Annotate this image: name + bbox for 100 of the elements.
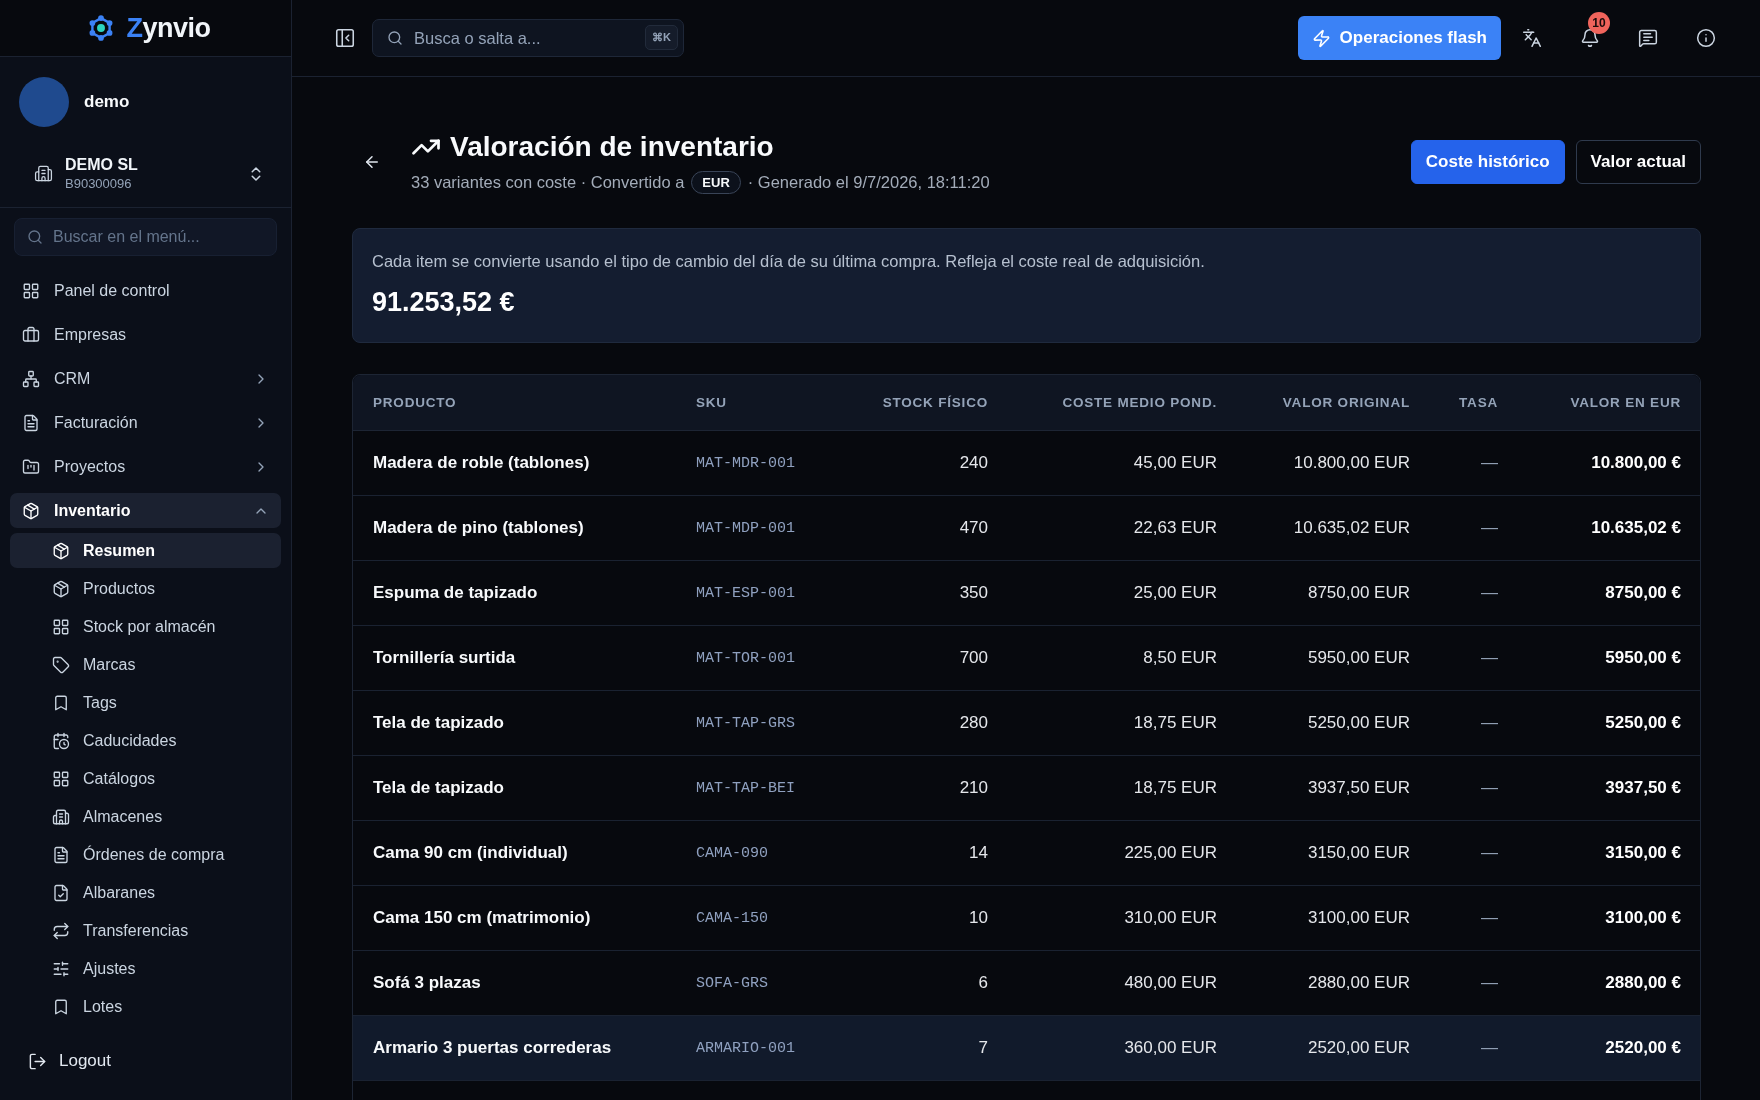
grid-icon [22,281,40,300]
table-cell-text: 5250,00 € [1604,713,1681,733]
nav-subitem[interactable]: Almacenes [10,799,281,834]
grid-icon [52,769,70,788]
table-cell-text: — [1480,713,1498,733]
notification-count: 10 [1588,12,1610,34]
table-cell-text: SOFA-GRS [696,974,769,992]
table-cell-text: Cama 150 cm (matrimonio) [373,908,592,928]
summary-note: Cada item se convierte usando el tipo de cambio del día de su última compra. Refleja el coste real de adquisición. [372,251,1206,272]
company-name: DEMO SL [65,156,139,174]
message-icon [1638,28,1658,48]
nav-subitem[interactable]: Lotes [10,989,281,1024]
table-cell-text: MAT-TOR-001 [696,649,797,667]
tag-icon [52,655,70,674]
table-cell-text: CAMA-150 [696,909,769,927]
table-cell-text: 18,75 EUR [1132,778,1217,798]
column-header: STOCK FÍSICO [881,395,988,410]
table-cell-text: — [1480,843,1498,863]
nav-item[interactable]: Empresas [10,317,281,352]
table-row[interactable]: Tela de tapizado MAT-TAP-GRS 280 18,75 EUR 5250,00 EUR — 5250,00 € [353,691,1700,756]
building-icon [34,164,53,183]
nav-subitem[interactable]: Marcas [10,647,281,682]
subtitle-text: · Generado el 9/7/2026, 18:11:20 [747,173,990,192]
table-row[interactable]: Madera de pino (tablones) MAT-MDP-001 470 22,63 EUR 10.635,02 EUR — 10.635,02 € [353,496,1700,561]
table-cell-text: 8750,00 EUR [1306,583,1410,603]
table-row[interactable]: Armario 3 puertas correderas ARMARIO-001 7 360,00 EUR 2520,00 EUR — 2520,00 € [353,1016,1700,1081]
table-cell-text: 6 [977,973,988,993]
table-cell-text: Sofá 3 plazas [373,973,482,993]
nav-subitem[interactable]: Órdenes de compra [10,837,281,872]
table-cell-text: 2880,00 € [1604,973,1681,993]
nav-item[interactable]: CRM [10,361,281,396]
table-cell-text: 10.635,02 EUR [1292,518,1410,538]
table-cell-text: — [1480,453,1498,473]
table-cell-text: 3937,50 € [1604,778,1681,798]
table-cell-text: Espuma de tapizado [373,583,539,603]
nav-item[interactable]: Inventario [10,493,281,528]
nav-subitem[interactable]: Tags [10,685,281,720]
table-cell-text: — [1480,518,1498,538]
lightning-icon [1311,28,1331,48]
total-value: 91.253,52 € [372,286,516,319]
nav-subitem[interactable]: Caducidades [10,723,281,758]
logout-button[interactable]: Logout [10,1043,281,1079]
document-icon [52,845,70,864]
nav-subitem[interactable]: Resumen [10,533,281,568]
table-cell-text: 240 [958,453,988,473]
table-cell-text: 480,00 EUR [1123,973,1217,993]
avatar [19,77,69,127]
column-header: VALOR EN EUR [1569,395,1681,410]
nav-subitem[interactable]: Catálogos [10,761,281,796]
grid-icon [52,617,70,636]
table-cell-text: Armario 3 puertas correderas [373,1038,613,1058]
column-header: VALOR ORIGINAL [1281,395,1410,410]
table-cell-text: 10.800,00 € [1590,453,1681,473]
table-row[interactable]: Cama 90 cm (individual) CAMA-090 14 225,00 EUR 3150,00 EUR — 3150,00 € [353,821,1700,886]
package-icon [22,501,40,520]
table-cell-text: Cama 90 cm (individual) [373,843,569,863]
table-row[interactable]: Madera de roble (tablones) MAT-MDR-001 240 45,00 EUR 10.800,00 EUR — 10.800,00 € [353,431,1700,496]
menu-search-field[interactable]: Buscar en el menú... [14,218,277,256]
table-cell-text: 2880,00 EUR [1306,973,1410,993]
table-cell-text: — [1480,583,1498,603]
package-icon [52,579,70,598]
shortcut-key: ⌘K [645,25,678,50]
table-cell-text: 210 [958,778,988,798]
table-cell-text: — [1480,1038,1498,1058]
view-toggle-button[interactable]: Valor actual [1575,139,1701,184]
view-toggle-button[interactable]: Coste histórico [1410,139,1565,184]
nav-item[interactable]: Proyectos [10,449,281,484]
nav-subitem[interactable]: Ajustes [10,951,281,986]
folder-icon [22,457,40,476]
search-icon [387,30,403,46]
network-icon [22,369,40,388]
nav-subitem[interactable]: Stock por almacén [10,609,281,644]
table-row[interactable]: Tornillería surtida MAT-TOR-001 700 8,50 EUR 5950,00 EUR — 5950,00 € [353,626,1700,691]
subtitle-text: 33 variantes con coste · Convertido a [411,173,685,192]
table-cell-text: MAT-ESP-001 [696,584,797,602]
nav-subitem[interactable]: Albaranes [10,875,281,910]
table-cell-text: MAT-TAP-BEI [696,779,797,797]
table-cell-text: 2520,00 EUR [1306,1038,1410,1058]
nav-subitem[interactable]: Productos [10,571,281,606]
table-cell-text: — [1480,908,1498,928]
table-cell-text: — [1480,648,1498,668]
nav-subitem[interactable]: Transferencias [10,913,281,948]
table-cell-text: 45,00 EUR [1132,453,1217,473]
table-cell-text: — [1480,973,1498,993]
table-cell-text: 2520,00 € [1604,1038,1681,1058]
table-cell-text: 7 [977,1038,988,1058]
table-cell-text: Tornillería surtida [373,648,517,668]
brand-name: Zynvio [126,12,211,44]
column-header: PRODUCTO [373,395,458,410]
nav-item[interactable]: Facturación [10,405,281,440]
table-cell-text: 10.800,00 EUR [1292,453,1410,473]
search-icon [27,229,43,245]
table-row[interactable]: Tela de tapizado MAT-TAP-BEI 210 18,75 EUR 3937,50 EUR — 3937,50 € [353,756,1700,821]
table-cell-text: MAT-MDR-001 [696,454,797,472]
table-row[interactable]: Cama 150 cm (matrimonio) CAMA-150 10 310,00 EUR 3100,00 EUR — 3100,00 € [353,886,1700,951]
table-row[interactable]: Espuma de tapizado MAT-ESP-001 350 25,00 EUR 8750,00 EUR — 8750,00 € [353,561,1700,626]
currency-tag: EUR [691,171,741,194]
column-header: SKU [696,395,728,410]
nav-item[interactable]: Panel de control [10,273,281,308]
flash-operations-button[interactable]: Operaciones flash [1297,16,1501,60]
